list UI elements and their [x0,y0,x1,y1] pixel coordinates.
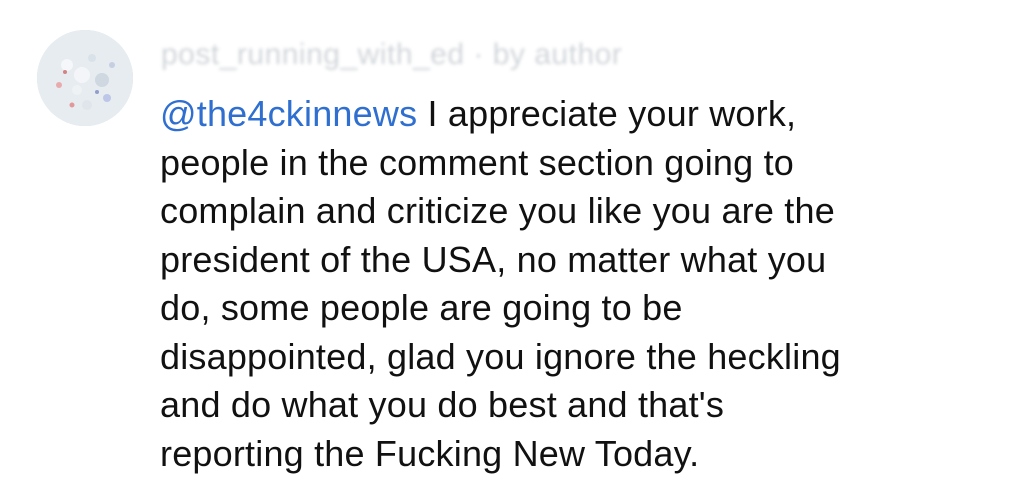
username[interactable]: post_running_with_ed · by author [161,38,622,72]
mention-link[interactable]: @the4ckinnews [160,93,417,134]
comment-line: president of the USA, no matter what you [160,238,827,280]
comment: post_running_with_ed · by author @the4ck… [0,0,1014,492]
comment-line: do, some people are going to be [160,287,683,328]
comment-line: reporting the Fucking New Today. [160,432,700,474]
comment-line: disappointed, glad you ignore the heckli… [160,335,841,377]
comment-line: @the4ckinnews I appreciate your work, [160,90,1000,139]
comment-line-text: I appreciate your work, [417,93,797,134]
avatar-image-icon [37,30,133,126]
avatar[interactable] [37,30,133,126]
comment-text: @the4ckinnews I appreciate your work, pe… [160,90,1000,478]
comment-line: and do what you do best and that's [160,384,725,425]
comment-line: complain and criticize you like you are … [160,190,835,231]
comment-line: people in the comment section going to [160,141,794,183]
